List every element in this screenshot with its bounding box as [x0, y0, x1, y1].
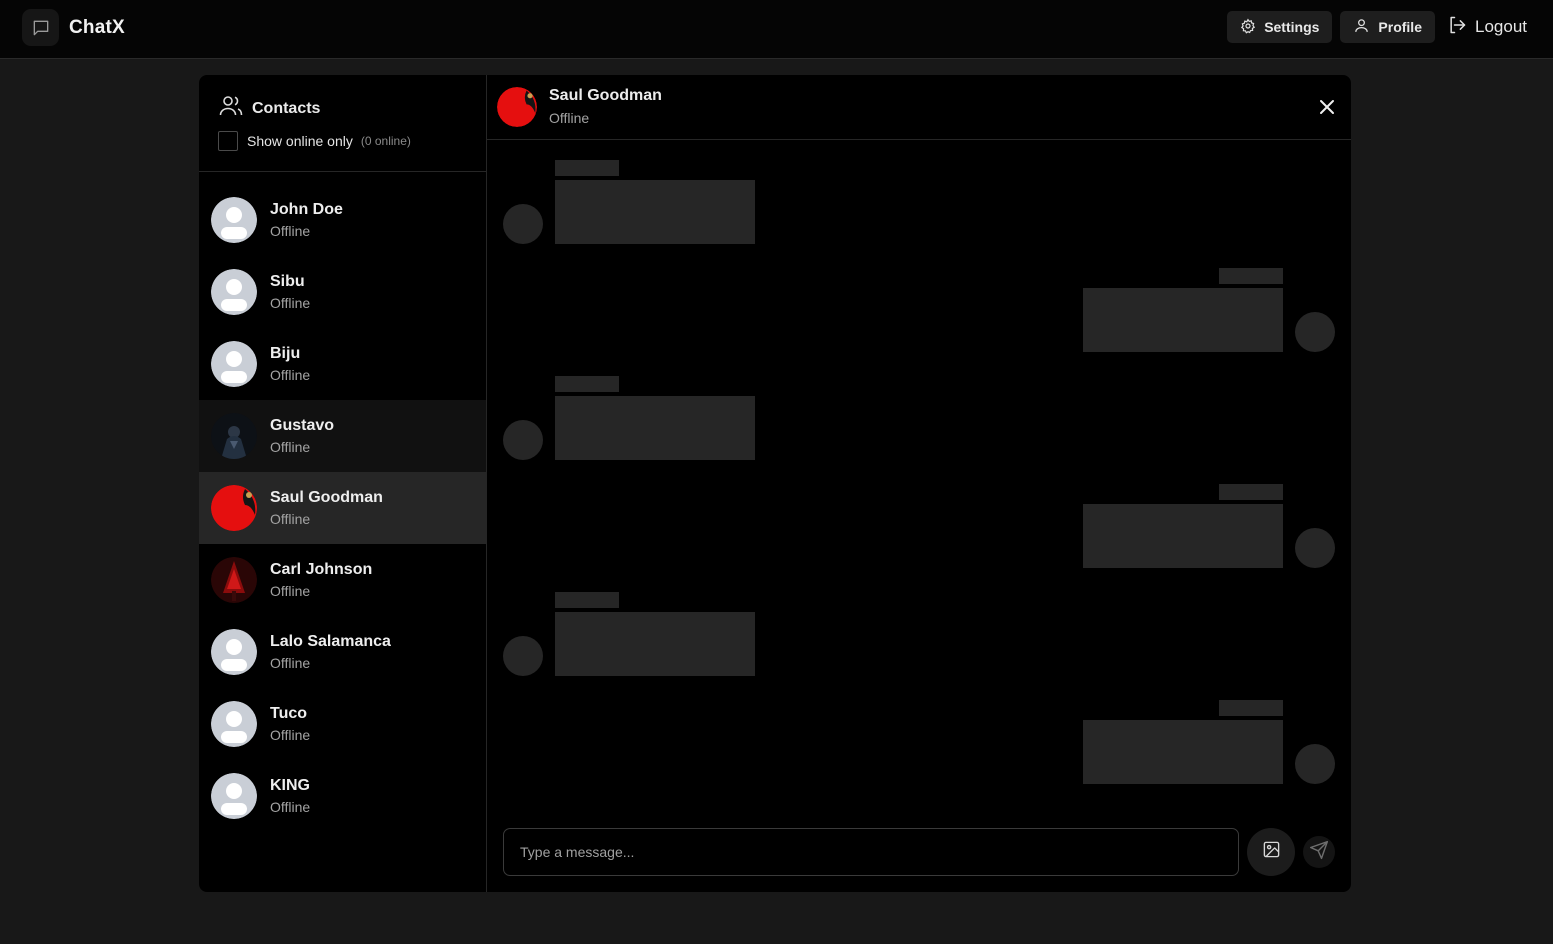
show-online-label[interactable]: Show online only [247, 133, 353, 149]
contacts-title: Contacts [252, 99, 321, 117]
message-skeleton-header [555, 160, 619, 176]
contact-name: John Doe [270, 201, 343, 218]
message-skeleton-header [1219, 268, 1283, 284]
user-icon [1353, 17, 1370, 37]
contact-name: Carl Johnson [270, 561, 373, 578]
contact-status: Offline [270, 439, 311, 455]
attach-image-button[interactable] [1247, 828, 1295, 876]
message-skeleton-bubble [555, 612, 755, 676]
message-skeleton-header [555, 376, 619, 392]
sidebar-header: Contacts Show online only (0 online) [199, 75, 486, 172]
message-skeleton-avatar [503, 420, 543, 460]
send-button[interactable] [1303, 836, 1335, 868]
contact-name: Sibu [270, 273, 305, 290]
default-avatar [211, 269, 257, 315]
contact-item[interactable]: Gustavo Offline [199, 400, 486, 472]
message-skeleton-bubble [1083, 504, 1283, 568]
contact-name: Gustavo [270, 417, 335, 434]
default-avatar [211, 773, 257, 819]
chat-container: Contacts Show online only (0 online) Joh… [199, 75, 1351, 892]
online-count: (0 online) [360, 134, 411, 148]
contacts-heading: Contacts [219, 94, 320, 123]
message-skeleton-bubble [1083, 288, 1283, 352]
contact-item-selected[interactable]: Saul Goodman Offline [199, 472, 486, 544]
users-icon [219, 94, 243, 123]
dark-figure-avatar [211, 413, 257, 459]
contact-status: Offline [270, 583, 311, 599]
chat-contact-name: Saul Goodman [549, 87, 662, 104]
default-avatar [211, 341, 257, 387]
contact-status: Offline [270, 367, 311, 383]
app-name: ChatX [69, 16, 125, 38]
show-online-checkbox[interactable] [218, 131, 238, 151]
profile-label: Profile [1378, 19, 1422, 35]
message-skeleton-header [1219, 484, 1283, 500]
message-skeleton-avatar [503, 636, 543, 676]
default-avatar [211, 629, 257, 675]
contact-item[interactable]: Carl Johnson Offline [199, 544, 486, 616]
logout-button[interactable]: Logout [1443, 11, 1531, 43]
red-moon-avatar [211, 485, 257, 531]
send-icon [1309, 840, 1329, 865]
logout-icon [1447, 15, 1467, 40]
default-avatar [211, 197, 257, 243]
chat-panel: Saul Goodman Offline [487, 75, 1351, 892]
contact-name: Saul Goodman [270, 489, 383, 506]
chat-contact-status: Offline [549, 110, 590, 126]
chat-contact-avatar [497, 87, 537, 127]
message-skeleton-bubble [555, 396, 755, 460]
contact-item[interactable]: Biju Offline [199, 328, 486, 400]
online-filter: Show online only (0 online) [218, 131, 411, 151]
profile-button[interactable]: Profile [1340, 11, 1435, 43]
image-icon [1262, 840, 1281, 864]
contact-status: Offline [270, 799, 311, 815]
contacts-sidebar: Contacts Show online only (0 online) Joh… [199, 75, 487, 892]
contact-name: Lalo Salamanca [270, 633, 391, 650]
contact-status: Offline [270, 295, 311, 311]
settings-label: Settings [1264, 19, 1320, 35]
message-skeleton-bubble [555, 180, 755, 244]
contact-item[interactable]: Sibu Offline [199, 256, 486, 328]
contact-status: Offline [270, 655, 311, 671]
contact-item[interactable]: John Doe Offline [199, 184, 486, 256]
contact-name: Tuco [270, 705, 308, 722]
contact-item[interactable]: KING Offline [199, 760, 486, 832]
default-avatar [211, 701, 257, 747]
message-skeleton-header [555, 592, 619, 608]
chat-header: Saul Goodman Offline [487, 75, 1351, 140]
logout-label: Logout [1475, 17, 1527, 36]
contact-item[interactable]: Tuco Offline [199, 688, 486, 760]
chat-bubble-icon [22, 9, 59, 46]
message-input[interactable] [504, 829, 1238, 875]
message-skeleton-avatar [1295, 312, 1335, 352]
contact-list: John Doe Offline Sibu Offline Biju Offli… [199, 184, 486, 832]
message-skeleton-avatar [503, 204, 543, 244]
message-composer [503, 828, 1239, 876]
top-navbar: ChatX Settings Profile Logout [0, 0, 1553, 59]
close-icon [1317, 100, 1337, 121]
close-chat-button[interactable] [1317, 97, 1337, 117]
contact-status: Offline [270, 511, 311, 527]
contact-name: KING [270, 777, 310, 794]
red-tree-avatar [211, 557, 257, 603]
gear-icon [1240, 18, 1256, 37]
contact-name: Biju [270, 345, 301, 362]
contact-status: Offline [270, 223, 311, 239]
contact-item[interactable]: Lalo Salamanca Offline [199, 616, 486, 688]
contact-status: Offline [270, 727, 311, 743]
message-skeleton-bubble [1083, 720, 1283, 784]
brand[interactable]: ChatX [22, 9, 125, 46]
message-skeleton-avatar [1295, 744, 1335, 784]
settings-button[interactable]: Settings [1227, 11, 1333, 43]
message-skeleton-header [1219, 700, 1283, 716]
message-skeleton-avatar [1295, 528, 1335, 568]
